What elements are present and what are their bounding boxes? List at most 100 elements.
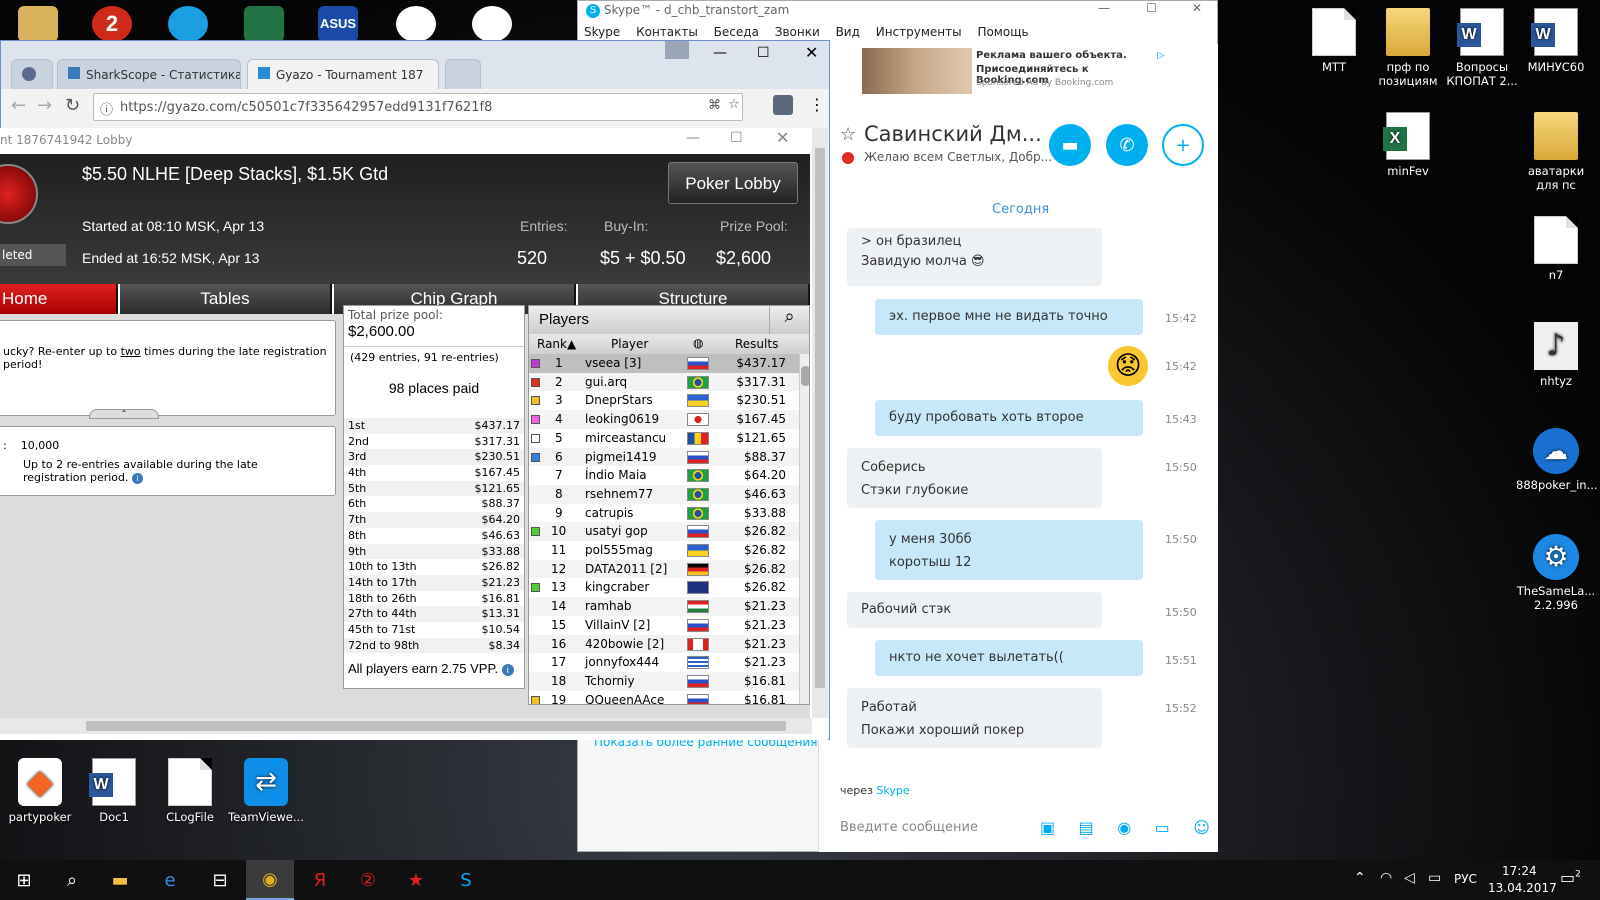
- lobby-hscrollbar[interactable]: [0, 718, 812, 734]
- reload-icon[interactable]: ↻: [65, 95, 80, 116]
- desktop-icon-clogfile[interactable]: CLogFile: [150, 758, 230, 824]
- player-row[interactable]: 18 Tchorniy $16.81: [529, 671, 800, 691]
- favorite-star-icon[interactable]: ☆: [840, 124, 856, 145]
- new-tab-button[interactable]: [445, 59, 481, 89]
- audio-call-button[interactable]: ✆: [1106, 124, 1148, 166]
- player-row[interactable]: 16 420bowie [2] $21.23: [529, 634, 800, 654]
- menu-calls[interactable]: Звонки: [775, 25, 820, 39]
- desktop-icon[interactable]: ☁ 888poker_in...: [1516, 428, 1598, 492]
- player-row[interactable]: 4 leoking0619 $167.45: [529, 410, 800, 429]
- col-player[interactable]: Player: [611, 337, 648, 351]
- poker-2-icon[interactable]: 2: [92, 6, 132, 42]
- desktop-icon-doc1[interactable]: W Doc1: [74, 758, 154, 824]
- player-row[interactable]: 15 VillainV [2] $21.23: [529, 616, 800, 635]
- yandex-icon[interactable]: Я: [296, 860, 344, 900]
- player-row[interactable]: 2 gui.arq $317.31: [529, 372, 800, 392]
- tab-tables[interactable]: Tables: [120, 284, 332, 314]
- lobby-minimize-icon[interactable]: —: [686, 130, 700, 146]
- search-icon[interactable]: ⌕: [48, 860, 96, 900]
- wifi-icon[interactable]: ◠: [1380, 870, 1392, 886]
- app-icon[interactable]: [396, 6, 436, 42]
- back-icon[interactable]: ←: [11, 95, 26, 116]
- url-bar[interactable]: ⓘ https://gyazo.com/c50501c7f335642957ed…: [93, 93, 743, 121]
- maximize-icon[interactable]: ☐: [757, 45, 770, 61]
- player-row[interactable]: 3 DneprStars $230.51: [529, 391, 800, 410]
- notifications-icon[interactable]: ▭2: [1560, 868, 1581, 887]
- menu-view[interactable]: Вид: [836, 25, 860, 39]
- pokerstars-taskbar-icon[interactable]: ★: [392, 860, 440, 900]
- translate-icon[interactable]: ⌘: [708, 98, 721, 113]
- minimize-icon[interactable]: —: [1098, 1, 1110, 15]
- player-row[interactable]: 14 ramhab $21.23: [529, 597, 800, 616]
- lobby-close-icon[interactable]: ✕: [776, 128, 789, 147]
- desktop-icon[interactable]: ♪ nhtyz: [1516, 322, 1596, 388]
- desktop-icon[interactable]: W МИНУС60: [1516, 8, 1596, 74]
- ad-banner[interactable]: Реклама вашего объекта. Присоединяйтесь …: [862, 48, 1165, 96]
- tab-pokerstars[interactable]: [11, 59, 53, 89]
- arrow-app-icon[interactable]: [472, 6, 512, 42]
- menu-help[interactable]: Помощь: [977, 25, 1028, 39]
- player-row[interactable]: 13 kingcraber $26.82: [529, 578, 800, 597]
- player-row[interactable]: 10 usatyi gop $26.82: [529, 522, 800, 541]
- desktop-icon-partypoker[interactable]: ◆ partypoker: [0, 758, 80, 824]
- poker-lobby-button[interactable]: Poker Lobby: [668, 162, 798, 204]
- tray-chevron-icon[interactable]: ⌃: [1354, 870, 1366, 886]
- menu-skype[interactable]: Skype: [584, 25, 620, 39]
- desktop-icon[interactable]: аватарки для пс: [1516, 112, 1596, 192]
- desktop-icon[interactable]: ⚙ TheSameLa... 2.2.996: [1516, 534, 1596, 612]
- poker-2-taskbar-icon[interactable]: ②: [344, 860, 392, 900]
- add-contact-button[interactable]: +: [1162, 124, 1204, 166]
- player-row[interactable]: 7 Índio Maia $64.20: [529, 466, 800, 485]
- search-icon[interactable]: ⌕: [769, 306, 809, 334]
- maximize-icon[interactable]: ☐: [1146, 1, 1157, 15]
- tab-sharkscope[interactable]: SharkScope - Статистика: [57, 59, 241, 89]
- chrome-taskbar-icon[interactable]: ◉: [246, 860, 294, 900]
- close-icon[interactable]: ✕: [1192, 1, 1202, 15]
- info-icon[interactable]: i: [132, 473, 143, 484]
- ad-choices-icon[interactable]: ▷: [1157, 50, 1165, 61]
- lobby-maximize-icon[interactable]: ☐: [730, 130, 743, 146]
- language-indicator[interactable]: РУС: [1454, 872, 1477, 886]
- user-icon[interactable]: [18, 6, 58, 42]
- vpp-info-icon[interactable]: i: [501, 664, 514, 676]
- excel-icon[interactable]: [244, 6, 284, 42]
- desktop-icon[interactable]: W Вопросы КПОПАТ 2...: [1442, 8, 1522, 88]
- store-icon[interactable]: ⊟: [196, 860, 244, 900]
- via-skype-link[interactable]: Skype: [876, 784, 909, 797]
- volume-icon[interactable]: ◁: [1404, 870, 1415, 886]
- player-row[interactable]: 17 jonnyfox444 $21.23: [529, 653, 800, 672]
- menu-tools[interactable]: Инструменты: [876, 25, 962, 39]
- collapse-handle-icon[interactable]: ⌃: [89, 409, 159, 419]
- emoticon-icon[interactable]: ☺: [1193, 818, 1210, 837]
- clock-date[interactable]: 13.04.2017: [1488, 881, 1557, 895]
- minimize-icon[interactable]: —: [713, 45, 727, 61]
- col-results[interactable]: Results: [735, 337, 778, 351]
- send-photo-icon[interactable]: ▣: [1040, 818, 1055, 837]
- menu-contacts[interactable]: Контакты: [636, 25, 698, 39]
- tab-home[interactable]: Home: [0, 284, 118, 314]
- profile-icon[interactable]: [665, 41, 689, 59]
- player-row[interactable]: 19 QQueenAAce $16.81: [529, 691, 800, 704]
- col-globe-icon[interactable]: ◍: [693, 336, 703, 350]
- tab-gyazo[interactable]: Gyazo - Tournament 187: [247, 59, 439, 89]
- start-windows-icon[interactable]: ⊞: [0, 860, 48, 900]
- send-contact-icon[interactable]: ▭: [1155, 818, 1170, 837]
- video-call-button[interactable]: ▬: [1049, 124, 1091, 166]
- player-row[interactable]: 12 DATA2011 [2] $26.82: [529, 559, 800, 579]
- close-icon[interactable]: ✕: [805, 43, 818, 62]
- clock-time[interactable]: 17:24: [1502, 864, 1537, 878]
- asus-icon[interactable]: ASUS: [318, 6, 358, 42]
- player-row[interactable]: 1 vseea [3] $437.17: [529, 354, 800, 373]
- menu-icon[interactable]: ⋮: [809, 95, 825, 114]
- desktop-icon-teamviewer[interactable]: ⇄ TeamViewe...: [226, 758, 306, 824]
- player-row[interactable]: 5 mirceastancu $121.65: [529, 429, 800, 448]
- file-explorer-icon[interactable]: ▬: [96, 860, 144, 900]
- battery-icon[interactable]: ▭: [1428, 870, 1441, 886]
- video-message-icon[interactable]: ◉: [1117, 818, 1131, 837]
- message-input[interactable]: Введите сообщение: [840, 820, 1030, 835]
- contact-name[interactable]: Савинский Дм...: [864, 122, 1042, 146]
- players-scrollbar[interactable]: [799, 354, 809, 704]
- globe-icon[interactable]: [168, 6, 208, 42]
- desktop-icon[interactable]: прф по позициям: [1368, 8, 1448, 88]
- desktop-icon[interactable]: МТТ: [1294, 8, 1374, 74]
